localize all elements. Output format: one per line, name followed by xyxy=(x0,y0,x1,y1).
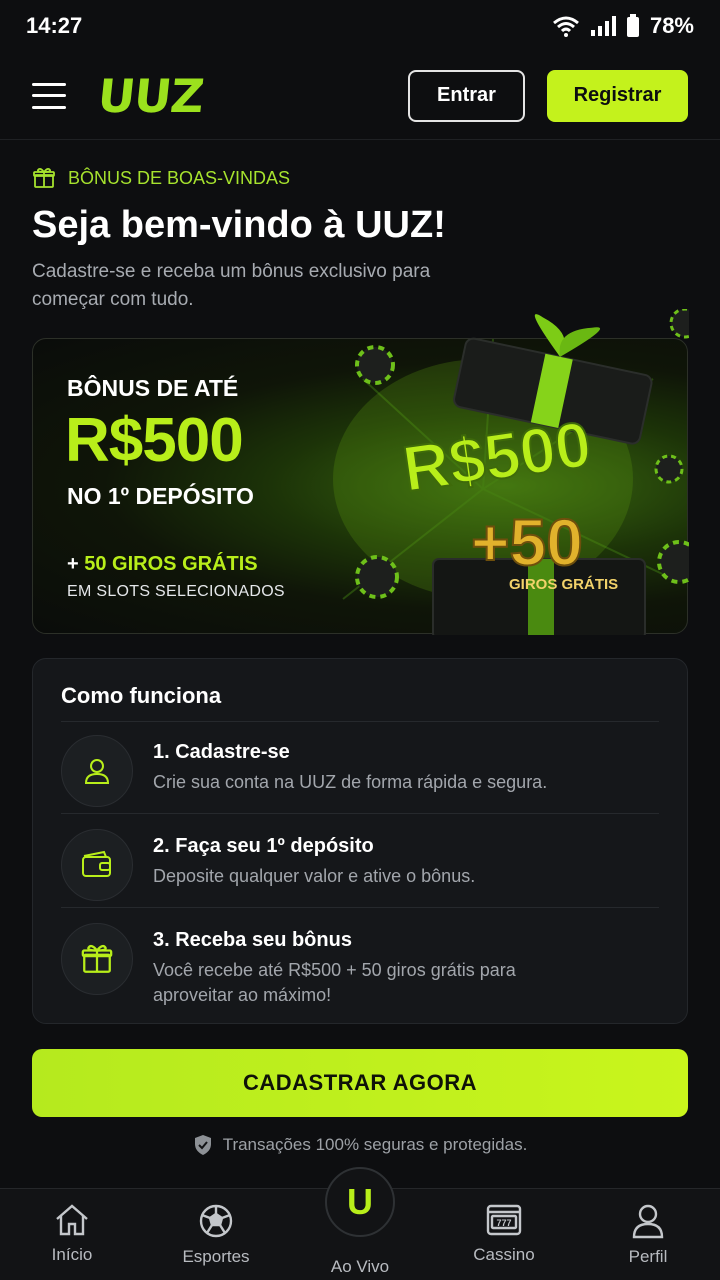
step-description: Deposite qualquer valor e ative o bônus. xyxy=(153,866,476,886)
divider xyxy=(61,907,659,908)
promo-banner[interactable]: BÔNUS DE ATÉ R$500 NO 1º DEPÓSITO + 50 G… xyxy=(32,309,689,635)
status-time: 14:27 xyxy=(26,13,83,38)
shield-icon xyxy=(194,1135,211,1155)
promo-spins-value: 50 GIROS GRÁTIS xyxy=(84,553,258,575)
status-bar: 14:27 78% xyxy=(0,0,720,52)
register-now-button[interactable]: CADASTRAR AGORA xyxy=(32,1049,688,1117)
step-description: Crie sua conta na UUZ de forma rápida e … xyxy=(153,772,548,792)
register-button[interactable]: Registrar xyxy=(547,69,688,122)
nav-item-live[interactable]: U Ao Vivo xyxy=(288,1167,432,1280)
step-item: 3. Receba seu bônus Você recebe até R$50… xyxy=(61,923,659,1005)
promo-art-spins: GIROS GRÁTIS xyxy=(509,576,618,593)
slot-machine-label: 777 xyxy=(496,1218,511,1228)
soccer-ball-icon xyxy=(199,1204,233,1238)
promo-art-plus: +50 xyxy=(471,505,583,579)
step-title: 3. Receba seu bônus xyxy=(153,929,352,951)
uuz-live-glyph: U xyxy=(347,1181,373,1222)
nav-label: Início xyxy=(51,1245,93,1264)
bottom-navigation: Início Esportes U Ao Vivo 777 Cassino Pe… xyxy=(0,1167,720,1280)
welcome-bonus-tag: BÔNUS DE BOAS-VINDAS xyxy=(32,166,290,190)
promo-line1: BÔNUS DE ATÉ xyxy=(67,375,239,401)
gift-icon xyxy=(33,167,55,188)
user-icon xyxy=(61,735,133,807)
welcome-tag-label: BÔNUS DE BOAS-VINDAS xyxy=(68,167,291,188)
how-it-works-card: Como funciona 1. Cadastre-se Crie sua co… xyxy=(32,658,688,1024)
step-item: 2. Faça seu 1º depósito Deposite qualque… xyxy=(61,829,659,909)
step-title: 1. Cadastre-se xyxy=(153,741,290,763)
promo-spins: + 50 GIROS GRÁTIS xyxy=(67,553,258,576)
step-title: 2. Faça seu 1º depósito xyxy=(153,835,374,857)
nav-item-sports[interactable]: Esportes xyxy=(144,1189,288,1280)
uuz-live-icon: U xyxy=(325,1167,395,1237)
gift-icon xyxy=(61,923,133,995)
wifi-icon xyxy=(552,16,579,37)
profile-icon xyxy=(632,1204,664,1239)
nav-item-profile[interactable]: Perfil xyxy=(576,1189,720,1280)
nav-label: Ao Vivo xyxy=(330,1257,390,1276)
divider xyxy=(61,813,659,814)
home-icon xyxy=(56,1204,88,1236)
menu-icon[interactable] xyxy=(32,82,66,109)
divider xyxy=(61,721,659,722)
app-header: UUZ Entrar Registrar xyxy=(0,52,720,140)
promo-spins-prefix: + xyxy=(67,553,85,575)
battery-level: 78% xyxy=(649,13,694,38)
promo-amount: R$500 xyxy=(65,406,244,475)
step-item: 1. Cadastre-se Crie sua conta na UUZ de … xyxy=(61,735,659,815)
login-button[interactable]: Entrar xyxy=(408,69,525,122)
brand-logo[interactable]: UUZ xyxy=(95,69,206,123)
promo-spins-note: EM SLOTS SELECIONADOS xyxy=(67,583,285,600)
nav-label: Perfil xyxy=(628,1247,668,1266)
nav-label: Esportes xyxy=(182,1247,250,1266)
page-title: Seja bem-vindo à UUZ! xyxy=(32,204,446,246)
page-subtitle: Cadastre-se e receba um bônus exclusivo … xyxy=(32,261,431,310)
slot-machine-icon: 777 xyxy=(486,1204,522,1236)
security-note-text: Transações 100% seguras e protegidas. xyxy=(222,1135,528,1154)
how-it-works-title: Como funciona xyxy=(61,683,222,708)
signal-icon xyxy=(590,16,616,36)
step-description: Você recebe até R$500 + 50 giros grátis … xyxy=(153,960,516,1005)
nav-item-home[interactable]: Início xyxy=(0,1189,144,1280)
promo-line3: NO 1º DEPÓSITO xyxy=(67,483,254,509)
wallet-icon xyxy=(61,829,133,901)
nav-label: Cassino xyxy=(473,1245,535,1264)
nav-item-casino[interactable]: 777 Cassino xyxy=(432,1189,576,1280)
battery-icon xyxy=(626,14,639,37)
gift-box-illustration: R$500 +50 GIROS GRÁTIS xyxy=(333,309,689,635)
security-note: Transações 100% seguras e protegidas. xyxy=(0,1134,720,1156)
